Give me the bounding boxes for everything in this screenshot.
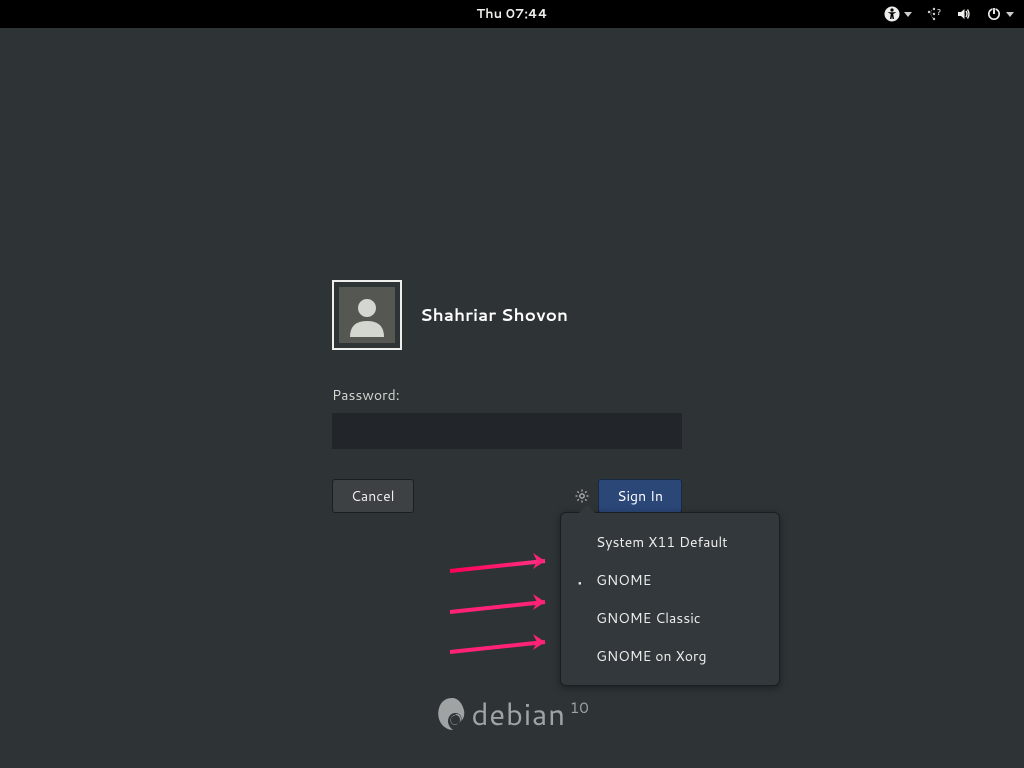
session-gear-button[interactable] [574, 488, 590, 504]
power-icon [986, 6, 1002, 22]
annotation-arrow [445, 549, 565, 579]
password-label: Password: [332, 385, 692, 405]
username-label: Shahriar Shovon [420, 303, 568, 327]
cancel-button[interactable]: Cancel [332, 479, 414, 513]
annotation-arrow [445, 630, 565, 660]
volume-icon [956, 6, 972, 22]
login-form: Shahriar Shovon Password: Cancel [332, 280, 692, 513]
annotation-arrow [445, 590, 565, 620]
power-menu[interactable] [986, 6, 1014, 22]
session-item-system-x11-default[interactable]: System X11 Default [561, 523, 779, 561]
volume-menu[interactable] [956, 6, 972, 22]
brand-name: debian [471, 692, 565, 735]
accessibility-menu[interactable] [884, 6, 912, 22]
session-item-gnome-classic[interactable]: GNOME Classic [561, 599, 779, 637]
branding: debian 10 [435, 692, 588, 735]
clock[interactable]: Thu 07:44 [476, 5, 547, 23]
gear-icon [574, 488, 590, 504]
debian-swirl-icon [435, 694, 469, 734]
topbar: Thu 07:44 ? [0, 0, 1024, 28]
user-row: Shahriar Shovon [332, 280, 692, 350]
user-icon [345, 293, 389, 337]
network-menu[interactable]: ? [926, 6, 942, 22]
signin-button[interactable]: Sign In [598, 479, 682, 513]
avatar [332, 280, 402, 350]
session-menu: System X11 Default GNOME GNOME Classic G… [560, 512, 780, 686]
network-wired-icon: ? [926, 6, 942, 22]
session-item-gnome[interactable]: GNOME [561, 561, 779, 599]
svg-text:?: ? [937, 6, 941, 18]
password-input[interactable] [332, 413, 682, 449]
brand-version: 10 [570, 697, 589, 718]
buttons-row: Cancel Sign In [332, 479, 682, 513]
session-item-gnome-on-xorg[interactable]: GNOME on Xorg [561, 637, 779, 675]
chevron-down-icon [904, 12, 912, 17]
chevron-down-icon [1006, 12, 1014, 17]
accessibility-icon [884, 6, 900, 22]
